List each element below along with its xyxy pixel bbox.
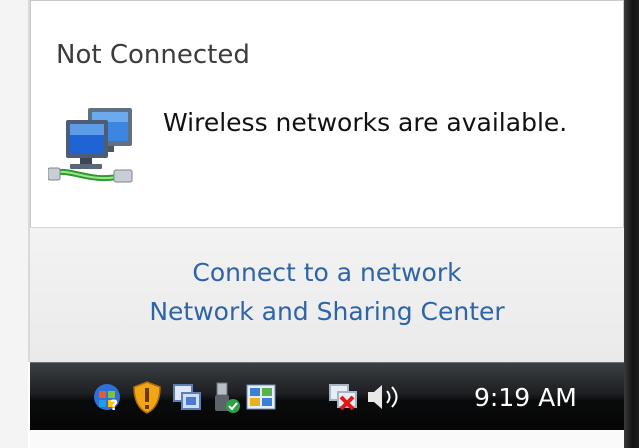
- connection-status-message: Wireless networks are available.: [163, 108, 568, 137]
- taskbar-notification-area: ? 9:19 AM: [30, 362, 624, 431]
- network-sharing-center-link[interactable]: Network and Sharing Center: [30, 297, 624, 326]
- taskbar-clock[interactable]: 9:19 AM: [474, 383, 577, 412]
- desktop-right-edge: [624, 0, 639, 448]
- network-disconnected-icon[interactable]: [326, 379, 360, 415]
- connection-status-title: Not Connected: [56, 40, 250, 70]
- desktop-bottom-edge: [30, 430, 624, 448]
- network-adapter-icon[interactable]: [170, 379, 204, 415]
- desktop-left-edge: [0, 0, 28, 448]
- flyout-links-panel: Connect to a network Network and Sharing…: [30, 228, 624, 362]
- windows-help-icon[interactable]: ?: [90, 379, 124, 415]
- network-computers-icon: [48, 108, 133, 183]
- volume-icon[interactable]: [364, 379, 406, 415]
- connect-to-network-link[interactable]: Connect to a network: [30, 258, 624, 287]
- security-shield-icon[interactable]: [130, 379, 164, 415]
- usb-safely-remove-icon[interactable]: [208, 379, 242, 415]
- network-status-flyout: Not Connected Wireless networks are avai…: [30, 0, 624, 362]
- svg-text:?: ?: [110, 398, 118, 414]
- windows-update-icon[interactable]: [244, 379, 278, 415]
